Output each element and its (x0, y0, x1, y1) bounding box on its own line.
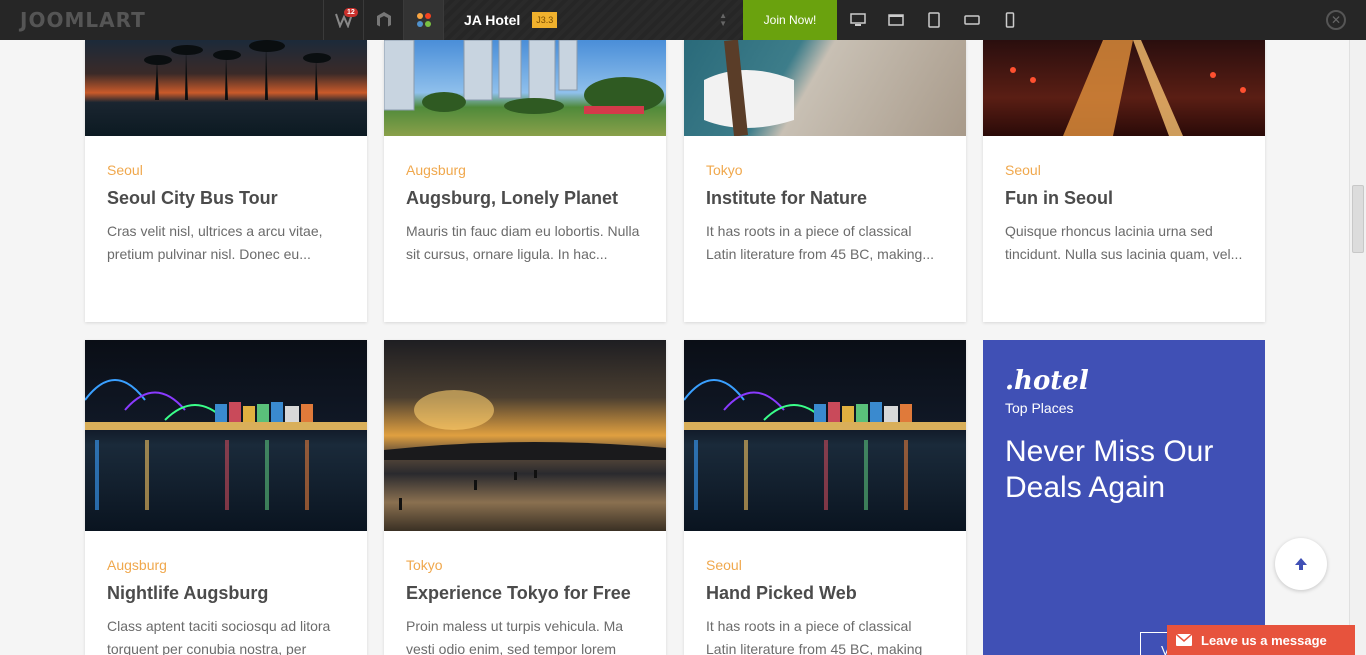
card-location[interactable]: Seoul (107, 160, 345, 180)
card-description: It has roots in a piece of classical Lat… (706, 618, 923, 655)
hotel-logo: .hotel (1005, 366, 1089, 396)
card-location[interactable]: Seoul (1005, 160, 1243, 180)
card-title[interactable]: Institute for Nature (706, 185, 944, 211)
leave-message-button[interactable]: Leave us a message (1167, 625, 1355, 655)
tour-card-image (684, 340, 966, 531)
notification-badge: 12 (344, 8, 358, 17)
tour-card[interactable]: Seoul Hand Picked Web It has roots in a … (684, 340, 966, 655)
card-location[interactable]: Augsburg (107, 555, 345, 575)
card-location[interactable]: Augsburg (406, 160, 644, 180)
laptop-icon[interactable] (887, 11, 905, 29)
card-description: Proin maless ut turpis vehicula. Ma vest… (406, 618, 624, 655)
close-icon[interactable]: ✕ (1326, 10, 1346, 30)
card-title[interactable]: Hand Picked Web (706, 580, 944, 606)
card-title[interactable]: Nightlife Augsburg (107, 580, 345, 606)
magento-icon (376, 12, 391, 27)
card-description: Cras velit nisl, ultrices a arcu vitae, … (107, 223, 323, 262)
card-description: It has roots in a piece of classical Lat… (706, 223, 934, 262)
desktop-icon[interactable] (849, 11, 867, 29)
joomla-button[interactable] (403, 0, 443, 40)
tour-card-image (85, 340, 367, 531)
card-description: Class aptent taciti sociosqu ad litora t… (107, 618, 331, 655)
magento-button[interactable] (363, 0, 403, 40)
tour-card-image (384, 40, 666, 136)
card-location[interactable]: Tokyo (406, 555, 644, 575)
tour-card[interactable]: Augsburg Nightlife Augsburg Class aptent… (85, 340, 367, 655)
card-location[interactable]: Tokyo (706, 160, 944, 180)
tablet-landscape-icon[interactable] (963, 11, 981, 29)
promo-subtitle: Top Places (1005, 400, 1074, 416)
tour-card[interactable]: Augsburg Augsburg, Lonely Planet Mauris … (384, 40, 666, 322)
device-switcher (837, 0, 1019, 40)
card-title[interactable]: Seoul City Bus Tour (107, 185, 345, 211)
joomla-icon (416, 13, 431, 27)
card-description: Quisque rhoncus lacinia urna sed tincidu… (1005, 223, 1243, 262)
tour-card-image (983, 40, 1265, 136)
envelope-icon (1167, 625, 1201, 655)
card-description: Mauris tin fauc diam eu lobortis. Nulla … (406, 223, 640, 262)
card-title[interactable]: Experience Tokyo for Free (406, 580, 644, 606)
theme-selector[interactable]: JA Hotel J3.3 ▲ ▼ (443, 0, 743, 40)
promo-headline: Never Miss Our Deals Again (1005, 435, 1214, 504)
joomlart-logo[interactable]: JoomlArt (0, 0, 323, 40)
notifications-button[interactable]: 12 (323, 0, 363, 40)
leave-message-label: Leave us a message (1201, 632, 1327, 648)
card-title[interactable]: Augsburg, Lonely Planet (406, 185, 644, 211)
tour-card[interactable]: Tokyo Experience Tokyo for Free Proin ma… (384, 340, 666, 655)
scrollbar-thumb[interactable] (1352, 185, 1364, 253)
select-arrows-icon: ▲ ▼ (719, 11, 727, 28)
theme-version-badge: J3.3 (532, 12, 558, 28)
tour-card[interactable]: Seoul Fun in Seoul Quisque rhoncus lacin… (983, 40, 1265, 322)
tour-card[interactable]: Tokyo Institute for Nature It has roots … (684, 40, 966, 322)
page-scrollbar[interactable] (1349, 40, 1366, 655)
theme-name: JA Hotel (464, 12, 521, 28)
tour-card-image (85, 40, 367, 136)
mobile-icon[interactable] (1001, 11, 1019, 29)
tour-card-image (384, 340, 666, 531)
join-now-button[interactable]: Join Now! (743, 0, 837, 40)
tablet-icon[interactable] (925, 11, 943, 29)
back-to-top-button[interactable] (1275, 538, 1327, 590)
tour-card[interactable]: Seoul Seoul City Bus Tour Cras velit nis… (85, 40, 367, 322)
tour-card-image (684, 40, 966, 136)
card-title[interactable]: Fun in Seoul (1005, 185, 1243, 211)
demo-topbar: JoomlArt 12 JA Hotel J3.3 ▲ ▼ Join Now! (0, 0, 1366, 40)
promo-card: .hotel Top Places Never Miss Our Deals A… (983, 340, 1265, 655)
arrow-up-icon (1295, 558, 1307, 570)
card-location[interactable]: Seoul (706, 555, 944, 575)
